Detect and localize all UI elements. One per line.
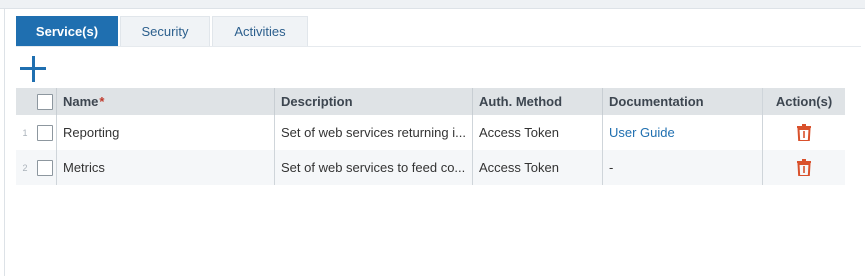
cell-documentation: User Guide bbox=[602, 115, 762, 150]
trash-icon bbox=[797, 124, 811, 141]
required-marker: * bbox=[99, 94, 105, 109]
select-all-checkbox[interactable] bbox=[37, 93, 53, 110]
cell-auth-method: Access Token bbox=[472, 150, 602, 185]
row-number: 1 bbox=[22, 127, 28, 138]
delete-button[interactable] bbox=[797, 159, 811, 176]
tab-activities[interactable]: Activities bbox=[212, 16, 308, 46]
tab-services[interactable]: Service(s) bbox=[16, 16, 118, 46]
tab-divider bbox=[16, 46, 861, 47]
tab-bar: Service(s) Security Activities bbox=[16, 16, 310, 46]
trash-icon bbox=[797, 159, 811, 176]
cell-auth-method-text: Access Token bbox=[479, 160, 559, 175]
cell-name-text: Reporting bbox=[63, 125, 120, 140]
cell-description: Set of web services returning i... bbox=[274, 115, 472, 150]
table-header-row: Name * Description Auth. Method Documenta… bbox=[16, 88, 845, 115]
row-number-header bbox=[16, 88, 34, 115]
table-row: 1 Reporting Set of web services returnin… bbox=[16, 115, 845, 150]
column-header-actions: Action(s) bbox=[762, 88, 845, 115]
cell-name: Metrics bbox=[56, 150, 274, 185]
select-all-cell bbox=[34, 88, 56, 115]
delete-button[interactable] bbox=[797, 124, 811, 141]
table-row: 2 Metrics Set of web services to feed co… bbox=[16, 150, 845, 185]
cell-auth-method-text: Access Token bbox=[479, 125, 559, 140]
cell-name: Reporting bbox=[56, 115, 274, 150]
column-header-auth-method[interactable]: Auth. Method bbox=[472, 88, 602, 115]
cell-description: Set of web services to feed co... bbox=[274, 150, 472, 185]
cell-actions bbox=[762, 150, 845, 185]
column-header-name-label: Name bbox=[63, 94, 99, 109]
services-table: Name * Description Auth. Method Documenta… bbox=[16, 88, 845, 185]
documentation-link[interactable]: User Guide bbox=[609, 125, 675, 140]
column-header-name[interactable]: Name * bbox=[56, 88, 274, 115]
row-checkbox[interactable] bbox=[37, 159, 53, 176]
column-header-description[interactable]: Description bbox=[274, 88, 472, 115]
row-number: 2 bbox=[22, 162, 28, 173]
cell-description-text: Set of web services returning i... bbox=[281, 125, 466, 140]
add-service-button[interactable] bbox=[20, 56, 46, 82]
row-select-cell bbox=[34, 150, 56, 185]
cell-documentation-text: - bbox=[609, 160, 614, 175]
top-strip bbox=[0, 0, 865, 9]
row-checkbox[interactable] bbox=[37, 124, 53, 141]
cell-description-text: Set of web services to feed co... bbox=[281, 160, 466, 175]
row-select-cell bbox=[34, 115, 56, 150]
tab-security[interactable]: Security bbox=[120, 16, 210, 46]
cell-auth-method: Access Token bbox=[472, 115, 602, 150]
cell-actions bbox=[762, 115, 845, 150]
column-header-documentation[interactable]: Documentation bbox=[602, 88, 762, 115]
cell-documentation: - bbox=[602, 150, 762, 185]
cell-name-text: Metrics bbox=[63, 160, 105, 175]
